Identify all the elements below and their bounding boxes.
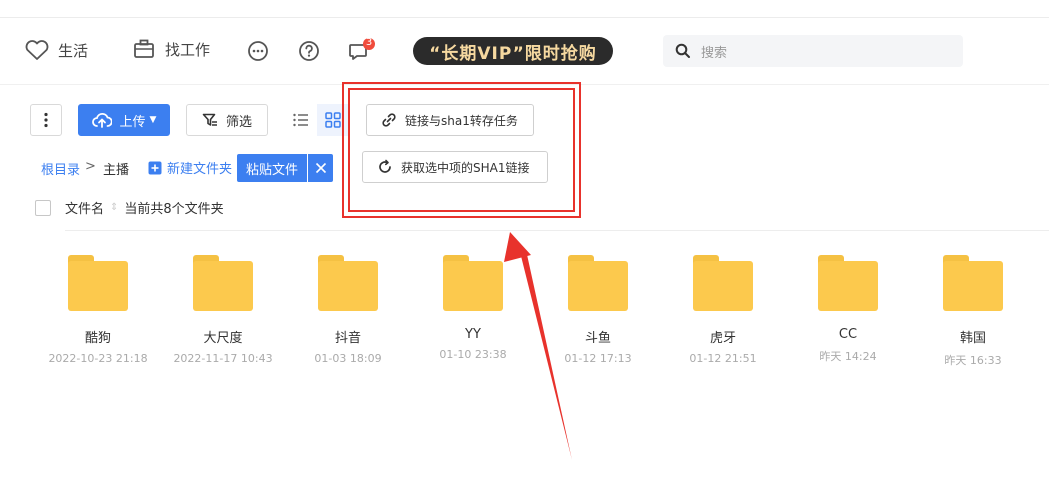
folder-icon [568, 255, 628, 311]
vertical-dots-icon [44, 112, 48, 128]
nav-life[interactable]: 生活 [24, 38, 88, 62]
view-toggle [285, 104, 349, 136]
folder-item[interactable]: 斗鱼 01-12 17:13 [538, 255, 658, 365]
folder-count-summary: 当前共8个文件夹 [124, 202, 224, 217]
nav-job[interactable]: 找工作 [133, 38, 210, 60]
folder-item[interactable]: 韩国 昨天 16:33 [913, 255, 1033, 368]
folder-icon [68, 255, 128, 311]
folder-name: 韩国 [959, 331, 986, 346]
more-button[interactable] [247, 40, 269, 62]
folder-icon [318, 255, 378, 311]
file-list-header: 文件名 ⇕ 当前共8个文件夹 [35, 198, 224, 217]
new-folder-button[interactable]: 新建文件夹 [148, 158, 232, 177]
messages-button[interactable]: 3 [348, 37, 378, 62]
search-input[interactable]: 搜索 [663, 35, 963, 67]
grid-view-icon [325, 112, 341, 128]
search-placeholder: 搜索 [701, 45, 728, 61]
folder-item[interactable]: YY 01-10 23:38 [413, 255, 533, 361]
select-all-checkbox[interactable] [35, 199, 51, 216]
folder-name: 抖音 [334, 331, 361, 346]
folder-item[interactable]: 大尺度 2022-11-17 10:43 [163, 255, 283, 365]
folder-icon [193, 255, 253, 311]
help-button[interactable] [298, 40, 320, 62]
cancel-paste-button[interactable] [307, 154, 333, 182]
folder-icon [943, 255, 1003, 311]
folder-icon [818, 255, 878, 311]
filename-column-header[interactable]: 文件名 [65, 198, 104, 217]
annotation-inner-frame [348, 88, 575, 212]
folder-date: 昨天 16:33 [944, 354, 1002, 367]
new-folder-label: 新建文件夹 [167, 162, 233, 177]
message-badge: 3 [365, 37, 373, 48]
paste-files-button[interactable]: 粘贴文件 [237, 154, 307, 182]
folder-name: YY [465, 327, 481, 342]
list-view-icon [293, 113, 308, 127]
help-icon [299, 41, 319, 61]
folder-item[interactable]: 酷狗 2022-10-23 21:18 [38, 255, 158, 365]
folder-item[interactable]: CC 昨天 14:24 [788, 255, 908, 364]
folder-name: 酷狗 [84, 331, 111, 346]
breadcrumb-root[interactable]: 根目录 [41, 159, 80, 178]
filter-icon [202, 113, 217, 126]
more-actions-button[interactable] [30, 104, 62, 136]
cloud-upload-icon [91, 112, 112, 128]
filter-button[interactable]: 筛选 [186, 104, 268, 136]
close-icon [315, 162, 326, 174]
caret-down-icon: ▼ [149, 115, 157, 125]
folder-item[interactable]: 抖音 01-03 18:09 [288, 255, 408, 365]
folder-date: 01-12 17:13 [564, 352, 632, 365]
heart-icon [25, 40, 49, 60]
sort-icon: ⇕ [110, 202, 119, 213]
filter-label: 筛选 [225, 114, 252, 130]
nav-life-label: 生活 [58, 41, 89, 60]
folder-date: 01-10 23:38 [439, 348, 507, 361]
more-icon [248, 41, 268, 61]
breadcrumb-current: 主播 [103, 163, 130, 178]
folder-date: 01-03 18:09 [314, 352, 382, 365]
folder-name: 斗鱼 [584, 331, 611, 346]
folder-item[interactable]: 虎牙 01-12 21:51 [663, 255, 783, 365]
search-icon [675, 43, 690, 58]
plus-square-icon [148, 161, 162, 174]
folder-icon [693, 255, 753, 311]
top-divider [0, 17, 1049, 18]
list-view-button[interactable] [285, 104, 317, 136]
upload-button[interactable]: 上传 ▼ [78, 104, 170, 136]
folder-name: 大尺度 [203, 331, 243, 346]
briefcase-icon [134, 39, 154, 58]
folder-date: 昨天 14:24 [819, 350, 877, 363]
folder-date: 2022-10-23 21:18 [48, 352, 148, 365]
folder-name: CC [838, 327, 858, 342]
paste-control: 粘贴文件 [237, 154, 333, 182]
folder-name: 虎牙 [709, 331, 736, 346]
annotation-arrow [504, 232, 572, 460]
breadcrumb-separator: > [85, 159, 96, 174]
header-separator [65, 230, 1049, 231]
folder-date: 01-12 21:51 [689, 352, 757, 365]
folder-icon [443, 255, 503, 311]
nav-job-label: 找工作 [165, 40, 211, 59]
upload-label: 上传 [119, 114, 146, 130]
vip-promo-banner[interactable]: “长期VIP”限时抢购 [413, 37, 613, 65]
folder-date: 2022-11-17 10:43 [173, 352, 273, 365]
